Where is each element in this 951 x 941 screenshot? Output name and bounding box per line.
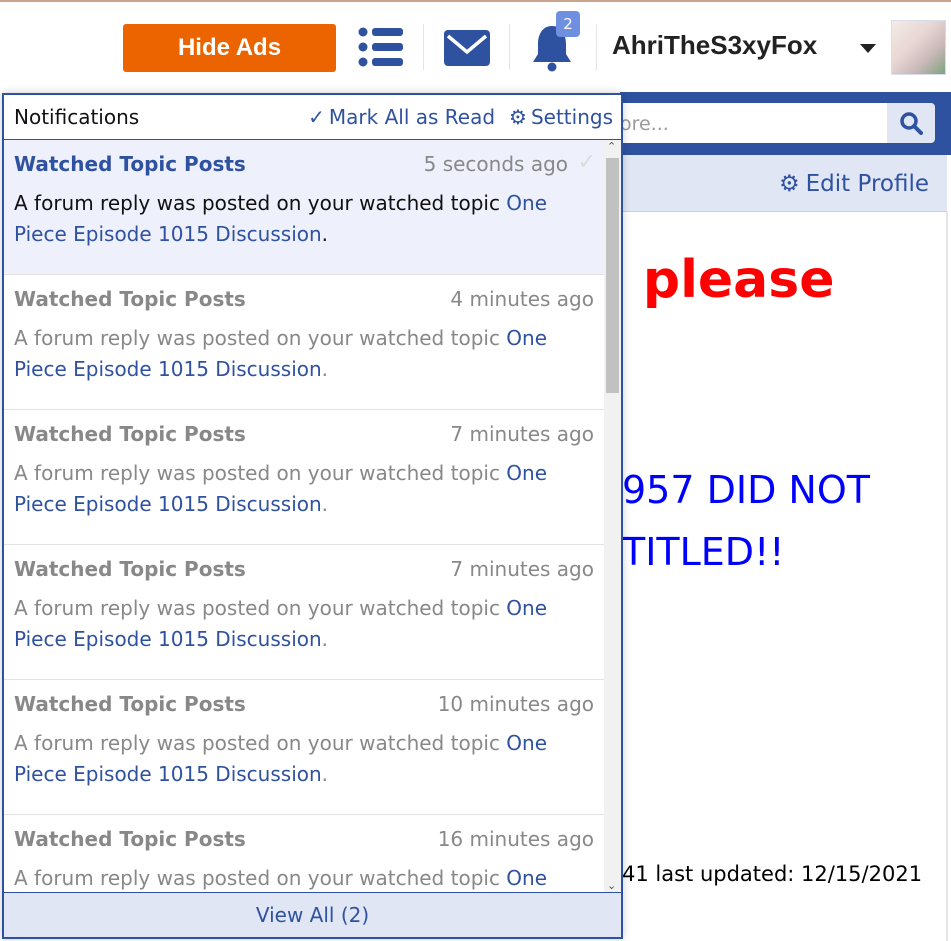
scrollbar[interactable]: ⌃ ⌄ — [604, 140, 621, 892]
profile-bar: ⚙ Edit Profile — [620, 155, 947, 212]
notification-time: 5 seconds ago — [423, 152, 568, 176]
message-text: A forum reply was posted on your watched… — [14, 191, 507, 215]
notification-item[interactable]: Watched Topic Posts 7 minutes ago A forum… — [4, 545, 604, 680]
edit-profile-label: Edit Profile — [805, 171, 929, 197]
mail-icon[interactable] — [444, 30, 490, 70]
scrollbar-thumb[interactable] — [606, 158, 619, 393]
message-text: A forum reply was posted on your watched… — [14, 461, 507, 485]
username-menu[interactable]: AhriTheS3xyFox — [612, 30, 817, 61]
message-text: A forum reply was posted on your watched… — [14, 731, 507, 755]
settings-button[interactable]: ⚙ Settings — [509, 105, 613, 129]
message-text: A forum reply was posted on your watched… — [14, 596, 507, 620]
gear-icon: ⚙ — [779, 171, 800, 197]
settings-label: Settings — [530, 105, 613, 129]
notification-type: Watched Topic Posts — [14, 152, 246, 176]
hide-ads-button[interactable]: Hide Ads — [123, 24, 336, 72]
notification-type: Watched Topic Posts — [14, 692, 246, 716]
notification-message: A forum reply was posted on your watched… — [14, 731, 548, 786]
notification-type: Watched Topic Posts — [14, 287, 246, 311]
notification-type: Watched Topic Posts — [14, 422, 246, 446]
scroll-up-icon[interactable]: ⌃ — [607, 140, 616, 153]
notice-line-1: 957 DID NOT — [622, 468, 870, 512]
check-icon: ✓ — [308, 105, 325, 129]
divider — [423, 24, 424, 70]
top-border — [0, 0, 951, 2]
mark-read-check-icon[interactable]: ✓ — [578, 150, 596, 175]
notification-type: Watched Topic Posts — [14, 557, 246, 581]
mark-all-read-button[interactable]: ✓ Mark All as Read — [308, 105, 495, 129]
notifications-dropdown: Notifications ✓ Mark All as Read ⚙ Setting… — [2, 93, 623, 939]
notification-item[interactable]: Watched Topic Posts 16 minutes ago A foru… — [4, 815, 604, 892]
notification-item[interactable]: Watched Topic Posts 4 minutes ago A forum… — [4, 275, 604, 410]
notification-message: A forum reply was posted on your watched… — [14, 596, 548, 651]
message-text: A forum reply was posted on your watched… — [14, 866, 507, 890]
notification-message: A forum reply was posted on your watched… — [14, 863, 594, 892]
notification-type: Watched Topic Posts — [14, 827, 246, 851]
divider — [509, 24, 510, 70]
edit-profile-link[interactable]: ⚙ Edit Profile — [779, 171, 929, 197]
search-input[interactable]: ore... — [600, 103, 887, 143]
notification-time: 4 minutes ago — [450, 287, 594, 311]
notification-time: 10 minutes ago — [437, 692, 594, 716]
notification-item[interactable]: Watched Topic Posts 10 minutes ago A foru… — [4, 680, 604, 815]
divider — [596, 24, 597, 70]
notification-message: A forum reply was posted on your watched… — [14, 461, 548, 516]
search-button[interactable] — [887, 103, 935, 143]
message-text: A forum reply was posted on your watched… — [14, 326, 507, 350]
headline-text: , please — [605, 250, 835, 310]
notification-message: A forum reply was posted on your watched… — [14, 191, 548, 246]
notification-count-badge: 2 — [556, 11, 580, 37]
notification-time: 16 minutes ago — [437, 827, 594, 851]
notification-item[interactable]: Watched Topic Posts 5 seconds ago A forum… — [4, 140, 604, 275]
content-border — [946, 212, 948, 941]
last-updated-text: 41 last updated: 12/15/2021 — [622, 862, 923, 886]
notice-line-2: TITLED!! — [622, 530, 785, 574]
caret-down-icon[interactable] — [860, 44, 876, 53]
list-icon[interactable] — [358, 27, 404, 71]
notification-item[interactable]: Watched Topic Posts 7 minutes ago A forum… — [4, 410, 604, 545]
notification-time: 7 minutes ago — [450, 422, 594, 446]
mark-all-label: Mark All as Read — [328, 105, 496, 129]
search-icon — [900, 112, 923, 135]
notification-message: A forum reply was posted on your watched… — [14, 326, 548, 381]
gear-icon: ⚙ — [509, 105, 527, 129]
notifications-list: Watched Topic Posts 5 seconds ago A forum… — [4, 140, 604, 892]
notification-time: 7 minutes ago — [450, 557, 594, 581]
avatar[interactable] — [891, 20, 946, 75]
notifications-header: Notifications ✓ Mark All as Read ⚙ Setting… — [4, 95, 621, 140]
notifications-title: Notifications — [14, 105, 140, 129]
scroll-down-icon[interactable]: ⌄ — [607, 879, 616, 892]
view-all-button[interactable]: View All (2) — [4, 892, 621, 937]
